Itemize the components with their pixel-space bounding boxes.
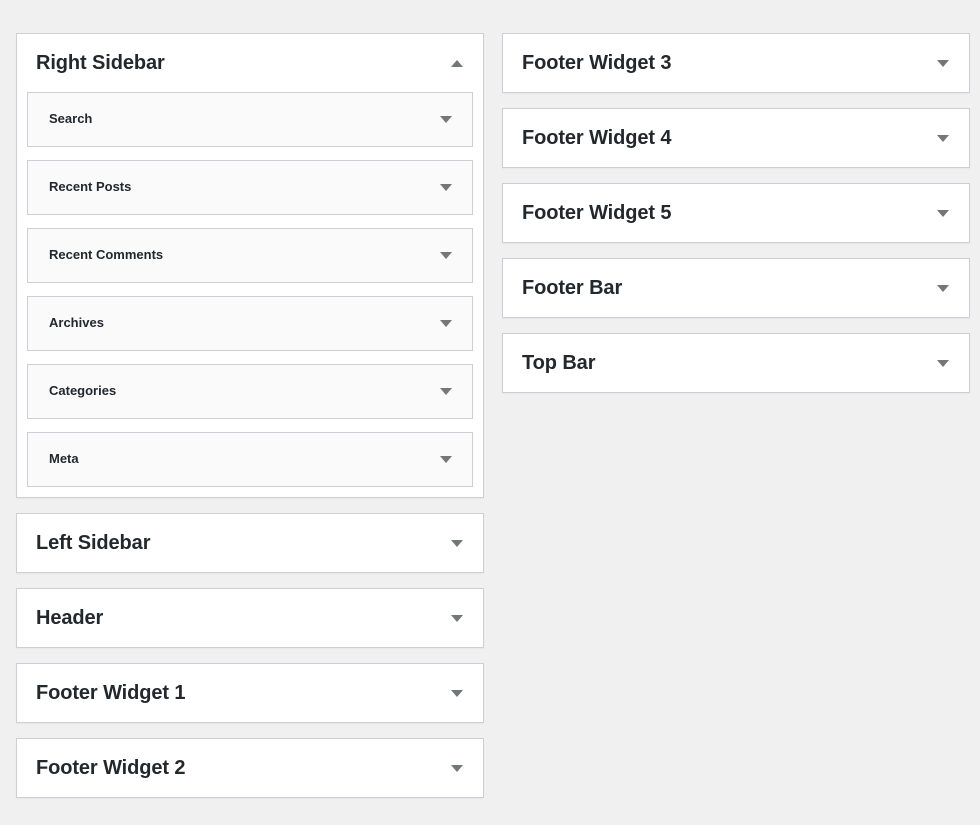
chevron-down-icon-glyph [451, 764, 463, 772]
chevron-down-icon[interactable] [447, 683, 467, 703]
widget-list: Search Recent Posts Recent Comments Archive… [17, 92, 483, 487]
widget-item-title: Archives [49, 315, 104, 331]
sidebar-panel-title: Footer Bar [522, 277, 623, 299]
chevron-up-icon[interactable] [447, 53, 467, 73]
chevron-down-icon[interactable] [436, 110, 456, 130]
widget-item-title: Categories [49, 383, 117, 399]
sidebar-panel: Footer Widget 1 [16, 663, 484, 723]
sidebar-panel: Top Bar [502, 333, 970, 393]
widget-item-title: Search [49, 111, 93, 127]
chevron-down-icon-glyph [937, 134, 949, 142]
widgets-page: Right Sidebar Search Recent Posts Recent Co… [0, 0, 980, 825]
sidebar-panel: Footer Widget 3 [502, 33, 970, 93]
chevron-down-icon[interactable] [436, 314, 456, 334]
chevron-down-icon[interactable] [933, 278, 953, 298]
chevron-down-icon[interactable] [436, 178, 456, 198]
sidebar-panel-title: Footer Widget 3 [522, 52, 672, 74]
sidebars-column-right: Footer Widget 3 Footer Widget 4 Footer Wid… [502, 33, 970, 408]
chevron-down-icon-glyph [440, 388, 452, 395]
chevron-up-icon-glyph [451, 59, 463, 67]
sidebar-panel-header[interactable]: Footer Widget 4 [503, 109, 969, 167]
chevron-down-icon-glyph [937, 359, 949, 367]
chevron-down-icon-glyph [440, 456, 452, 463]
sidebar-panel-title: Right Sidebar [36, 52, 165, 74]
widget-item-title: Recent Comments [49, 247, 164, 263]
sidebar-panel-title: Footer Widget 1 [36, 682, 186, 704]
chevron-down-icon[interactable] [933, 53, 953, 73]
chevron-down-icon[interactable] [436, 450, 456, 470]
chevron-down-icon-glyph [451, 614, 463, 622]
sidebar-panel: Header [16, 588, 484, 648]
sidebar-panel-header[interactable]: Header [17, 589, 483, 647]
sidebar-panel-header[interactable]: Footer Widget 2 [17, 739, 483, 797]
chevron-down-icon-glyph [937, 284, 949, 292]
sidebar-panel: Footer Widget 2 [16, 738, 484, 798]
sidebar-panel: Right Sidebar Search Recent Posts Recent Co… [16, 33, 484, 498]
chevron-down-icon-glyph [440, 116, 452, 123]
sidebar-panel-title: Footer Widget 2 [36, 757, 186, 779]
sidebar-panel-header[interactable]: Left Sidebar [17, 514, 483, 572]
widget-item[interactable]: Archives [27, 296, 473, 351]
chevron-down-icon[interactable] [447, 758, 467, 778]
widget-item[interactable]: Recent Posts [27, 160, 473, 215]
widget-item-title: Recent Posts [49, 179, 132, 195]
sidebar-panel-header[interactable]: Footer Widget 5 [503, 184, 969, 242]
sidebar-panel-header[interactable]: Footer Widget 1 [17, 664, 483, 722]
widget-item[interactable]: Search [27, 92, 473, 147]
chevron-down-icon[interactable] [447, 608, 467, 628]
sidebar-panel-header[interactable]: Right Sidebar [17, 34, 483, 92]
sidebar-panel-title: Footer Widget 4 [522, 127, 672, 149]
chevron-down-icon-glyph [440, 184, 452, 191]
sidebar-panel: Footer Bar [502, 258, 970, 318]
widget-item[interactable]: Meta [27, 432, 473, 487]
sidebar-panel: Left Sidebar [16, 513, 484, 573]
chevron-down-icon[interactable] [436, 382, 456, 402]
sidebar-panel-title: Footer Widget 5 [522, 202, 672, 224]
chevron-down-icon-glyph [451, 689, 463, 697]
chevron-down-icon-glyph [451, 539, 463, 547]
chevron-down-icon[interactable] [436, 246, 456, 266]
chevron-down-icon-glyph [937, 209, 949, 217]
chevron-down-icon-glyph [937, 59, 949, 67]
sidebar-panel-header[interactable]: Footer Widget 3 [503, 34, 969, 92]
sidebar-panel-header[interactable]: Footer Bar [503, 259, 969, 317]
widget-item-title: Meta [49, 451, 79, 467]
chevron-down-icon-glyph [440, 320, 452, 327]
sidebars-column-left: Right Sidebar Search Recent Posts Recent Co… [16, 33, 484, 813]
sidebar-panel-header[interactable]: Top Bar [503, 334, 969, 392]
sidebar-panel-title: Top Bar [522, 352, 596, 374]
chevron-down-icon[interactable] [933, 203, 953, 223]
sidebar-panel-title: Left Sidebar [36, 532, 151, 554]
chevron-down-icon[interactable] [933, 353, 953, 373]
widget-item[interactable]: Recent Comments [27, 228, 473, 283]
chevron-down-icon[interactable] [933, 128, 953, 148]
sidebar-panel-title: Header [36, 607, 104, 629]
sidebar-panel: Footer Widget 5 [502, 183, 970, 243]
sidebar-panel: Footer Widget 4 [502, 108, 970, 168]
chevron-down-icon[interactable] [447, 533, 467, 553]
widget-item[interactable]: Categories [27, 364, 473, 419]
chevron-down-icon-glyph [440, 252, 452, 259]
